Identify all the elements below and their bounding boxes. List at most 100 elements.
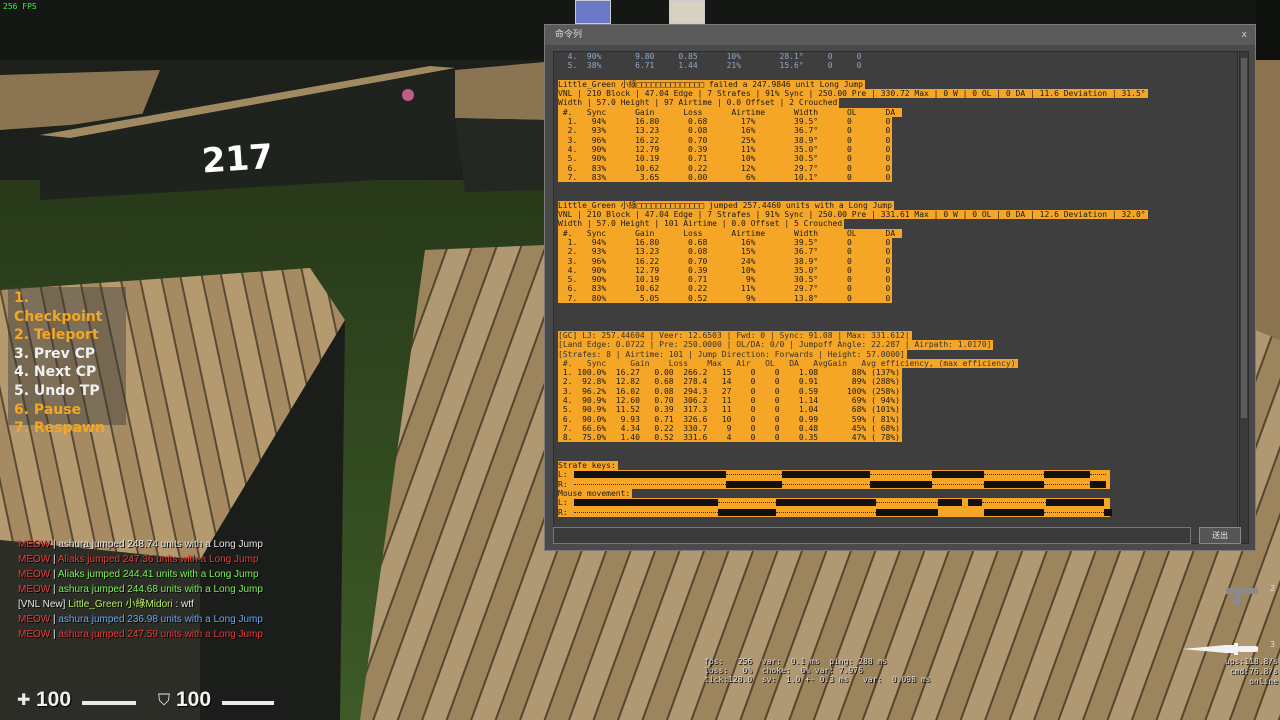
console-input[interactable] bbox=[553, 527, 1191, 544]
armor-shield-icon: ⛉ bbox=[158, 690, 171, 709]
chat-tag: MEOW bbox=[18, 539, 51, 550]
console-line: Width | 57.0 Height | 97 Airtime | 0.0 O… bbox=[554, 98, 1237, 108]
console-line-text: Little_Green 小綠□□□□□□□□□□□□□□ jumped 257… bbox=[558, 200, 894, 211]
strafe-graph-row: L: bbox=[554, 498, 1237, 508]
console-line: 4. 90% 12.79 0.39 11% 35.0° 0 0 bbox=[554, 144, 1237, 155]
chat-separator: | bbox=[50, 569, 58, 580]
console-line-text: Width | 57.0 Height | 101 Airtime | 0.0 … bbox=[558, 219, 845, 229]
chat-text: jumped 247.59 units with a Long Jump bbox=[88, 629, 263, 640]
menu-item[interactable]: 6. Pause bbox=[14, 401, 120, 420]
strafe-graph-row: R: bbox=[554, 507, 1237, 517]
console-line-text: 2. 93% 13.23 0.08 15% 36.7° 0 0 bbox=[558, 247, 893, 257]
console-line-text: 1. 94% 16.80 0.68 16% 39.5° 0 0 bbox=[558, 237, 893, 248]
console-line: VNL | 210 Block | 47.04 Edge | 7 Strafes… bbox=[554, 210, 1237, 220]
strafe-graph-row: R: bbox=[554, 479, 1237, 489]
chat-tag: MEOW bbox=[18, 554, 51, 565]
submit-button[interactable]: 送出 bbox=[1199, 527, 1241, 544]
chat-player-name: Aliaks bbox=[57, 569, 85, 580]
chat-message: MEOW | ashura jumped 247.59 units with a… bbox=[18, 627, 263, 642]
console-line: 1. 94% 16.80 0.68 17% 39.5° 0 0 bbox=[554, 117, 1237, 127]
console-window[interactable]: 命令列 x 4. 90% 9.80 0.85 10% 28.1° 0 0 5. … bbox=[544, 24, 1256, 551]
chat-text: : wtf bbox=[172, 599, 194, 610]
console-line-text: [GC] LJ: 257.44604 | Veer: 12.6503 | Fwd… bbox=[558, 330, 912, 341]
knife-icon bbox=[1182, 643, 1258, 655]
chat-text: jumped 244.41 units with a Long Jump bbox=[84, 569, 259, 580]
scrollbar-thumb[interactable] bbox=[1241, 58, 1247, 418]
chat-tag: MEOW bbox=[18, 584, 51, 595]
console-line-text: [Strafes: 8 | Airtime: 101 | Jump Direct… bbox=[558, 349, 907, 359]
console-line-text: 2. 93% 13.23 0.08 16% 36.7° 0 0 bbox=[558, 126, 893, 136]
console-line: Mouse movement: bbox=[554, 488, 1237, 499]
console-line: Width | 57.0 Height | 101 Airtime | 0.0 … bbox=[554, 219, 1237, 229]
chat-feed: MEOW | ashura jumped 248.74 units with a… bbox=[18, 537, 263, 642]
console-line-text: 7. 83% 3.65 0.00 6% 10.1° 0 0 bbox=[558, 172, 893, 183]
console-line: 5. 90% 10.19 0.71 10% 30.5° 0 0 bbox=[554, 154, 1237, 164]
console-line-text: 4. 90% 12.79 0.39 11% 35.0° 0 0 bbox=[558, 144, 893, 155]
console-line: 5. 90% 10.19 0.71 9% 30.5° 0 0 bbox=[554, 275, 1237, 285]
distance-marker: 217 bbox=[201, 137, 275, 182]
player-avatar bbox=[575, 0, 611, 24]
console-line: 8. 75.0% 1.40 0.52 331.6 4 0 0 0.35 47% … bbox=[554, 433, 1237, 443]
health-value: 100 bbox=[36, 688, 72, 711]
console-line-text: Little_Green 小綠□□□□□□□□□□□□□□ failed a 2… bbox=[558, 79, 865, 90]
health-cross-icon: ✚ bbox=[17, 690, 31, 709]
console-line-text: 4. 90.9% 12.60 0.70 306.2 11 0 0 1.14 69… bbox=[558, 395, 902, 406]
console-titlebar[interactable]: 命令列 x bbox=[545, 25, 1255, 45]
pistol-icon bbox=[1226, 588, 1258, 606]
console-line: [GC] LJ: 257.44604 | Veer: 12.6503 | Fwd… bbox=[554, 330, 1237, 341]
console-line-text: 3. 96% 16.22 0.70 25% 38.9° 0 0 bbox=[558, 135, 893, 145]
chat-message: [VNL New] Little_Green 小綠Midori : wtf bbox=[18, 597, 263, 612]
console-line-text: 3. 96.2% 16.02 0.08 294.3 27 0 0 0.59 10… bbox=[558, 386, 902, 396]
console-line: #. Sync Gain Loss Airtime Width OL DA bbox=[554, 228, 1237, 238]
console-line: 2. 92.8% 12.82 0.68 278.4 14 0 0 0.91 89… bbox=[554, 377, 1237, 387]
menu-item[interactable]: 3. Prev CP bbox=[14, 345, 120, 364]
console-line-text: VNL | 210 Block | 47.04 Edge | 7 Strafes… bbox=[558, 89, 1148, 99]
console-line-text: 1. 100.0% 16.27 0.00 266.2 15 0 0 1.08 8… bbox=[558, 368, 902, 378]
console-line-text: 5. 38% 6.71 1.44 21% 15.6° 0 0 bbox=[558, 61, 862, 71]
console-line-text: 7. 80% 5.05 0.52 9% 13.8° 0 0 bbox=[558, 293, 893, 304]
chat-player-name: Aliaks bbox=[57, 554, 85, 565]
chat-text: jumped 244.68 units with a Long Jump bbox=[88, 584, 263, 595]
graph-row-label: R: bbox=[558, 507, 568, 517]
console-line-text: 3. 96% 16.22 0.70 24% 38.9° 0 0 bbox=[558, 256, 893, 266]
console-line: 7. 66.6% 4.34 0.22 330.7 9 0 0 0.48 45% … bbox=[554, 423, 1237, 434]
console-line: 1. 94% 16.80 0.68 16% 39.5° 0 0 bbox=[554, 237, 1237, 248]
console-line: [Land Edge: 0.0722 | Pre: 250.0000 | OL/… bbox=[554, 340, 1237, 350]
console-line: Little_Green 小綠□□□□□□□□□□□□□□ failed a 2… bbox=[554, 79, 1237, 90]
console-line-text: 5. 90.9% 11.52 0.39 317.3 11 0 0 1.04 68… bbox=[558, 405, 902, 415]
console-line-text: VNL | 210 Block | 47.04 Edge | 7 Strafes… bbox=[558, 210, 1148, 220]
console-line-text: 6. 90.0% 9.93 0.71 326.6 10 0 0 0.99 59%… bbox=[558, 414, 902, 424]
menu-item[interactable]: 5. Undo TP bbox=[14, 382, 120, 401]
menu-item[interactable]: 2. Teleport bbox=[14, 326, 120, 345]
console-line-text: [Land Edge: 0.0722 | Pre: 250.0000 | OL/… bbox=[558, 340, 994, 350]
console-line: 3. 96% 16.22 0.70 24% 38.9° 0 0 bbox=[554, 256, 1237, 266]
chat-message: MEOW | ashura jumped 244.68 units with a… bbox=[18, 582, 263, 597]
console-line-text: 8. 75.0% 1.40 0.52 331.6 4 0 0 0.35 47% … bbox=[558, 433, 902, 443]
chat-player-name: ashura bbox=[58, 614, 89, 625]
speed-readout: ups:118.8/s cmd:76.8/s online bbox=[1225, 657, 1278, 686]
console-line-text: Width | 57.0 Height | 97 Airtime | 0.0 O… bbox=[558, 98, 840, 108]
chat-player-name: Little_Green 小綠Midori bbox=[68, 599, 173, 610]
menu-item[interactable]: 1. Checkpoint bbox=[14, 289, 120, 326]
chat-text: jumped 248.74 units with a Long Jump bbox=[88, 539, 263, 550]
graph-row-label: R: bbox=[558, 479, 568, 489]
console-line: 2. 93% 13.23 0.08 16% 36.7° 0 0 bbox=[554, 126, 1237, 136]
console-line-text: 2. 92.8% 12.82 0.68 278.4 14 0 0 0.91 89… bbox=[558, 377, 902, 387]
strafe-graph-row: L: bbox=[554, 470, 1237, 480]
console-line: 6. 83% 10.62 0.22 12% 29.7° 0 0 bbox=[554, 163, 1237, 173]
chat-tag: MEOW bbox=[18, 569, 51, 580]
armor-bar bbox=[222, 701, 274, 705]
console-line: 2. 93% 13.23 0.08 15% 36.7° 0 0 bbox=[554, 247, 1237, 257]
console-line: 3. 96.2% 16.02 0.08 294.3 27 0 0 0.59 10… bbox=[554, 386, 1237, 396]
console-line: VNL | 210 Block | 47.04 Edge | 7 Strafes… bbox=[554, 89, 1237, 99]
console-log[interactable]: 4. 90% 9.80 0.85 10% 28.1° 0 0 5. 38% 6.… bbox=[553, 51, 1238, 544]
console-line-text: 4. 90% 9.80 0.85 10% 28.1° 0 0 bbox=[558, 52, 862, 61]
console-line: Strafe keys: bbox=[554, 461, 1237, 471]
player-avatar bbox=[669, 0, 705, 24]
console-line: 1. 100.0% 16.27 0.00 266.2 15 0 0 1.08 8… bbox=[554, 368, 1237, 378]
close-icon[interactable]: x bbox=[1242, 25, 1247, 45]
menu-item[interactable]: 7. Respawn bbox=[14, 419, 120, 438]
console-line-text: #. Sync Gain Loss Airtime Width OL DA bbox=[558, 228, 902, 238]
menu-item[interactable]: 4. Next CP bbox=[14, 363, 120, 382]
console-scrollbar[interactable] bbox=[1239, 51, 1249, 544]
